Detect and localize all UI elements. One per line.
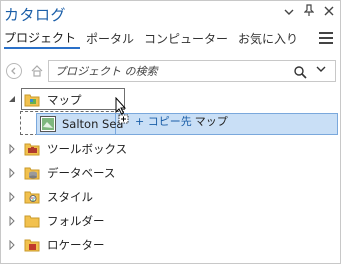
tree-item-label: フォルダー [47,214,105,228]
copy-operation-label: + コピー先 [135,115,192,128]
tree-item-databases[interactable]: データベース [0,161,341,185]
tree-item-styles[interactable]: スタイル [0,185,341,209]
tab-computer[interactable]: コンピューター [144,31,232,49]
style-folder-icon [24,189,40,204]
search-box [48,60,336,82]
expanded-triangle-icon[interactable] [8,95,16,105]
back-arrow-icon[interactable] [6,63,22,79]
pane-title: カタログ [4,6,67,24]
drag-copy-cursor-icon [114,96,132,125]
collapsed-triangle-icon[interactable] [8,143,16,155]
collapsed-triangle-icon[interactable] [8,167,16,179]
tree-item-label: スタイル [47,190,93,204]
tree-item-toolboxes[interactable]: ツールボックス [0,137,341,161]
tree-item-locators[interactable]: ロケーター [0,233,341,257]
collapsed-triangle-icon[interactable] [8,239,16,251]
catalog-tabs: プロジェクト ポータル コンピューター お気に入り [4,30,308,49]
chevron-down-icon[interactable] [283,5,295,19]
search-options-chevron-icon[interactable] [314,64,328,78]
pane-title-controls [283,4,335,20]
search-icon[interactable] [293,64,307,79]
tree-item-label: ロケーター [47,238,105,252]
tree-item-label: ツールボックス [47,142,128,156]
tree-item-folders[interactable]: フォルダー [0,209,341,233]
home-icon[interactable] [30,63,44,77]
map-icon [40,116,56,132]
tab-portal[interactable]: ポータル [86,31,138,49]
database-folder-icon [24,165,40,180]
tree-item-maps[interactable]: マップ [0,88,341,112]
tab-favorites[interactable]: お気に入り [238,31,302,49]
copy-target-label: マップ [194,115,228,128]
close-icon[interactable] [323,5,335,19]
tree-item-label: データベース [47,166,116,180]
search-input[interactable] [55,63,295,79]
folder-icon [24,213,40,228]
tab-project[interactable]: プロジェクト [4,30,81,49]
drag-copy-hint: + コピー先 マップ [135,114,228,130]
collapsed-triangle-icon[interactable] [8,215,16,227]
toolbox-folder-icon [24,141,40,156]
drop-target-outline [21,88,125,110]
hamburger-menu-icon[interactable] [319,32,333,44]
collapsed-triangle-icon[interactable] [8,191,16,203]
locator-folder-icon [24,237,40,252]
pin-icon[interactable] [303,4,315,20]
